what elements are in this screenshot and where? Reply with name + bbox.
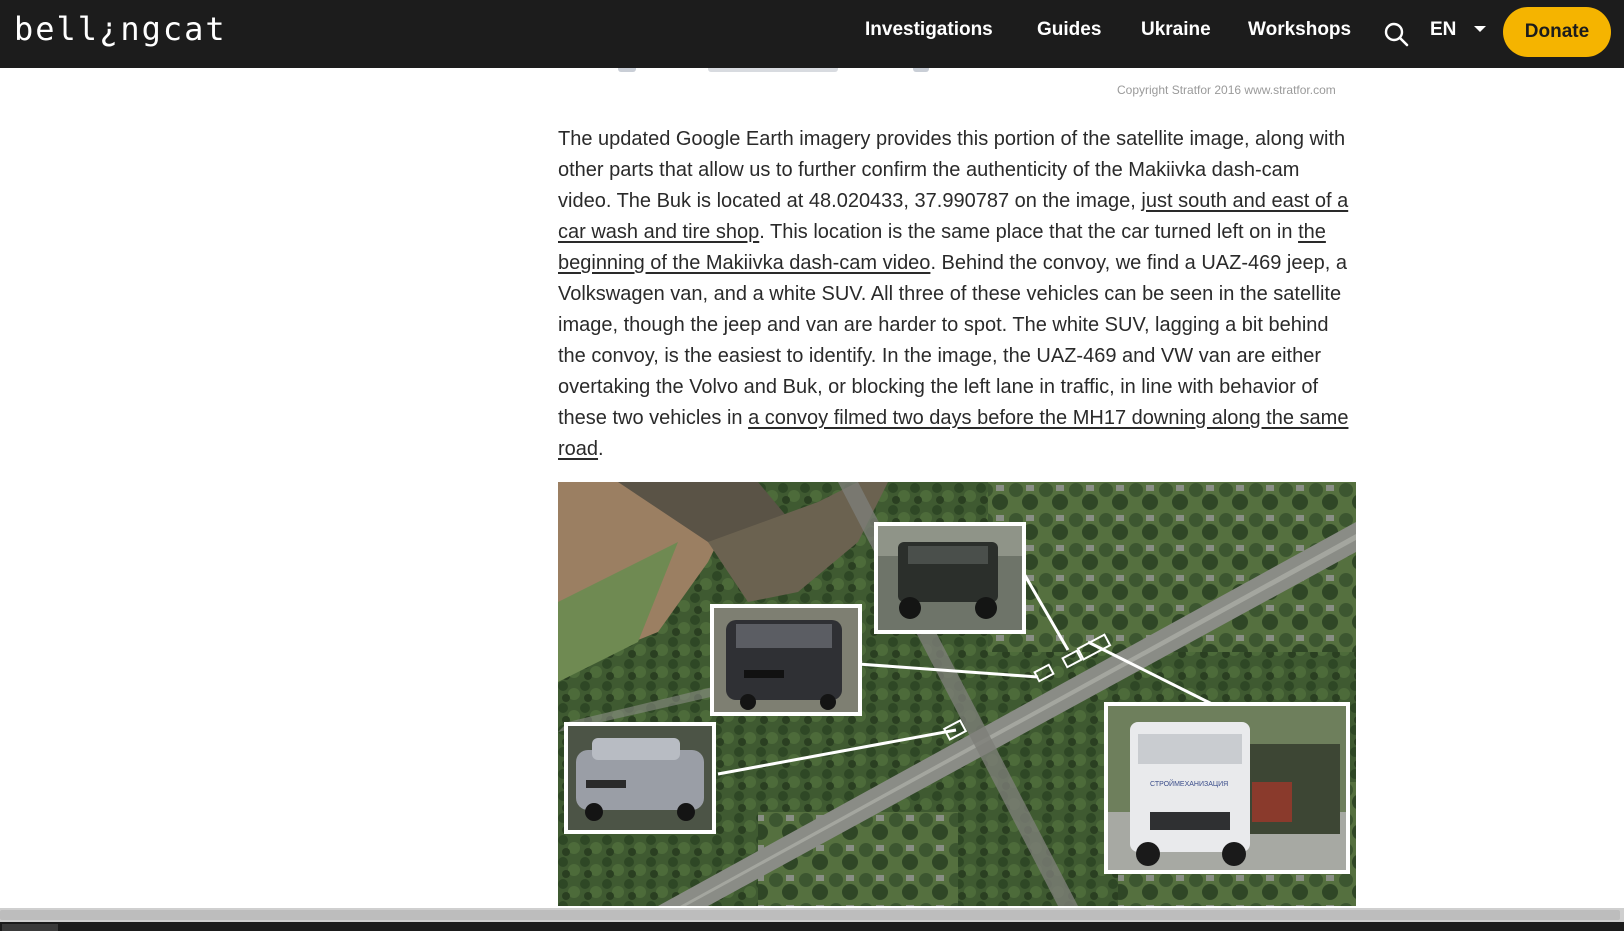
language-selector[interactable]: EN xyxy=(1430,19,1456,41)
bellingcat-logo[interactable]: bell¿ngcat xyxy=(14,10,227,48)
nav-workshops[interactable]: Workshops xyxy=(1248,19,1351,41)
horizontal-scrollbar[interactable] xyxy=(0,908,1624,922)
search-icon[interactable] xyxy=(1382,20,1410,48)
text-segment: . xyxy=(598,438,604,460)
satellite-composite: СТРОЙМЕХАНИЗАЦИЯ xyxy=(558,482,1356,906)
donate-button[interactable]: Donate xyxy=(1503,7,1611,57)
inset-uaz-jeep xyxy=(874,522,1026,634)
article-paragraph: The updated Google Earth imagery provide… xyxy=(558,124,1358,465)
inset-vw-van xyxy=(710,604,862,716)
taskbar xyxy=(0,922,1624,931)
taskbar-button[interactable] xyxy=(2,924,58,931)
nav-guides[interactable]: Guides xyxy=(1037,19,1101,41)
site-header: bell¿ngcat Investigations Guides Ukraine… xyxy=(0,0,1624,68)
figure-copyright: Copyright Stratfor 2016 www.stratfor.com xyxy=(1117,83,1336,97)
text-segment: . This location is the same place that t… xyxy=(759,221,1299,243)
inset-volvo-truck: СТРОЙМЕХАНИЗАЦИЯ xyxy=(1104,702,1350,874)
text-segment: . Behind the convoy, we find a UAZ-469 j… xyxy=(558,252,1347,429)
nav-investigations[interactable]: Investigations xyxy=(865,19,993,41)
truck-label: СТРОЙМЕХАНИЗАЦИЯ xyxy=(1150,779,1228,788)
scrollbar-thumb[interactable] xyxy=(0,910,1620,920)
inset-white-suv xyxy=(564,722,716,834)
nav-ukraine[interactable]: Ukraine xyxy=(1141,19,1211,41)
caret-down-icon[interactable] xyxy=(1474,26,1486,32)
satellite-image-figure[interactable]: СТРОЙМЕХАНИЗАЦИЯ xyxy=(558,482,1356,906)
